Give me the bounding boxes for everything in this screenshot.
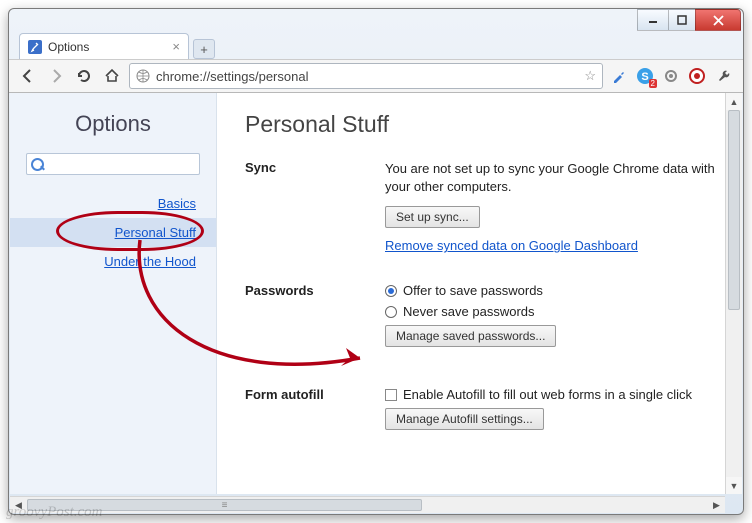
watermark: groovyPost.com xyxy=(6,504,103,521)
horizontal-scrollbar[interactable]: ◀ ≡ ▶ xyxy=(10,496,725,513)
url-text: chrome://settings/personal xyxy=(156,69,578,84)
content-area: Options Basics Personal Stuff Under the … xyxy=(10,93,742,494)
skype-extension-icon[interactable]: S2 xyxy=(635,66,655,86)
globe-icon xyxy=(136,69,150,83)
tab-strip: Options × + xyxy=(9,31,743,59)
svg-text:S: S xyxy=(641,71,648,83)
checkbox-icon xyxy=(385,389,397,401)
manage-autofill-button[interactable]: Manage Autofill settings... xyxy=(385,408,544,430)
sidebar-item-under-the-hood[interactable]: Under the Hood xyxy=(10,247,216,276)
never-save-passwords-radio[interactable]: Never save passwords xyxy=(385,304,742,319)
tab-options[interactable]: Options × xyxy=(19,33,189,59)
wrench-menu-button[interactable] xyxy=(713,65,735,87)
back-button[interactable] xyxy=(17,65,39,87)
options-favicon-icon xyxy=(28,40,42,54)
passwords-section: Passwords Offer to save passwords Never … xyxy=(245,283,742,357)
minimize-button[interactable] xyxy=(637,9,669,31)
sidebar-title: Options xyxy=(10,111,216,137)
toolbar: chrome://settings/personal ☆ S2 xyxy=(9,59,743,93)
settings-sidebar: Options Basics Personal Stuff Under the … xyxy=(10,93,217,494)
tab-title: Options xyxy=(48,40,89,54)
shield-extension-icon[interactable] xyxy=(687,66,707,86)
sync-description: You are not set up to sync your Google C… xyxy=(385,160,742,196)
autofill-heading: Form autofill xyxy=(245,387,385,440)
forward-button[interactable] xyxy=(45,65,67,87)
passwords-heading: Passwords xyxy=(245,283,385,357)
scroll-down-icon[interactable]: ▼ xyxy=(726,477,742,494)
settings-main: Personal Stuff Sync You are not set up t… xyxy=(217,93,742,494)
sync-section: Sync You are not set up to sync your Goo… xyxy=(245,160,742,253)
maximize-button[interactable] xyxy=(668,9,696,31)
window-titlebar xyxy=(9,9,743,31)
home-button[interactable] xyxy=(101,65,123,87)
browser-window: Options × + chrome://settings/personal ☆… xyxy=(8,8,744,515)
scroll-thumb[interactable] xyxy=(728,110,740,310)
sidebar-item-personal-stuff[interactable]: Personal Stuff xyxy=(10,218,216,247)
close-tab-icon[interactable]: × xyxy=(172,39,180,54)
gear-extension-icon[interactable] xyxy=(661,66,681,86)
vertical-scrollbar[interactable]: ▲ ▼ xyxy=(725,93,742,494)
sync-heading: Sync xyxy=(245,160,385,253)
set-up-sync-button[interactable]: Set up sync... xyxy=(385,206,480,228)
eyedropper-extension-icon[interactable] xyxy=(609,66,629,86)
address-bar[interactable]: chrome://settings/personal ☆ xyxy=(129,63,603,89)
offer-save-passwords-radio[interactable]: Offer to save passwords xyxy=(385,283,742,298)
scroll-up-icon[interactable]: ▲ xyxy=(726,93,742,110)
page-title: Personal Stuff xyxy=(245,111,742,138)
radio-label: Offer to save passwords xyxy=(403,283,543,298)
form-autofill-section: Form autofill Enable Autofill to fill ou… xyxy=(245,387,742,440)
reload-button[interactable] xyxy=(73,65,95,87)
bookmark-star-icon[interactable]: ☆ xyxy=(584,68,596,84)
radio-unchecked-icon xyxy=(385,306,397,318)
remove-synced-data-link[interactable]: Remove synced data on Google Dashboard xyxy=(385,238,638,253)
settings-search-input[interactable] xyxy=(26,153,200,175)
enable-autofill-checkbox[interactable]: Enable Autofill to fill out web forms in… xyxy=(385,387,742,402)
new-tab-button[interactable]: + xyxy=(193,39,215,59)
manage-saved-passwords-button[interactable]: Manage saved passwords... xyxy=(385,325,556,347)
sidebar-item-basics[interactable]: Basics xyxy=(10,189,216,218)
radio-checked-icon xyxy=(385,285,397,297)
extension-badge: 2 xyxy=(649,79,657,88)
scroll-right-icon[interactable]: ▶ xyxy=(708,497,725,513)
close-window-button[interactable] xyxy=(695,9,741,31)
checkbox-label: Enable Autofill to fill out web forms in… xyxy=(403,387,692,402)
radio-label: Never save passwords xyxy=(403,304,535,319)
